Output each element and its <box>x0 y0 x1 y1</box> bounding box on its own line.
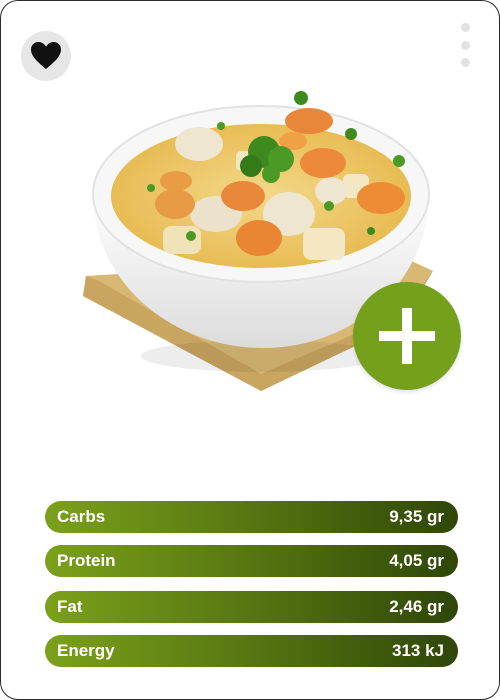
more-dot <box>460 23 470 32</box>
recipe-subtitle <box>47 449 457 477</box>
nutrition-row-protein: Protein 4,05 gr <box>45 545 458 577</box>
more-options-button[interactable] <box>456 21 474 69</box>
recipe-title <box>47 409 457 445</box>
plus-icon <box>379 308 435 364</box>
more-dot <box>460 40 470 50</box>
nutrition-list: Carbs 9,35 gr Protein 4,05 gr Fat 2,46 g… <box>45 501 458 679</box>
favorite-button[interactable] <box>21 31 71 81</box>
nutrition-label: Protein <box>57 551 116 570</box>
nutrition-row-energy: Energy 313 kJ <box>45 635 458 667</box>
more-dot <box>460 58 470 67</box>
nutrition-value: 4,05 gr <box>389 551 444 570</box>
add-button[interactable] <box>353 282 461 390</box>
nutrition-label: Carbs <box>57 507 106 526</box>
heart-icon <box>31 42 61 69</box>
nutrition-row-carbs: Carbs 9,35 gr <box>45 501 458 533</box>
recipe-card: Carbs 9,35 gr Protein 4,05 gr Fat 2,46 g… <box>0 0 500 700</box>
nutrition-value: 313 kJ <box>392 641 444 660</box>
nutrition-value: 9,35 gr <box>389 507 444 526</box>
nutrition-label: Energy <box>57 641 115 660</box>
nutrition-row-fat: Fat 2,46 gr <box>45 591 458 623</box>
nutrition-label: Fat <box>57 597 83 616</box>
nutrition-value: 2,46 gr <box>389 597 444 616</box>
